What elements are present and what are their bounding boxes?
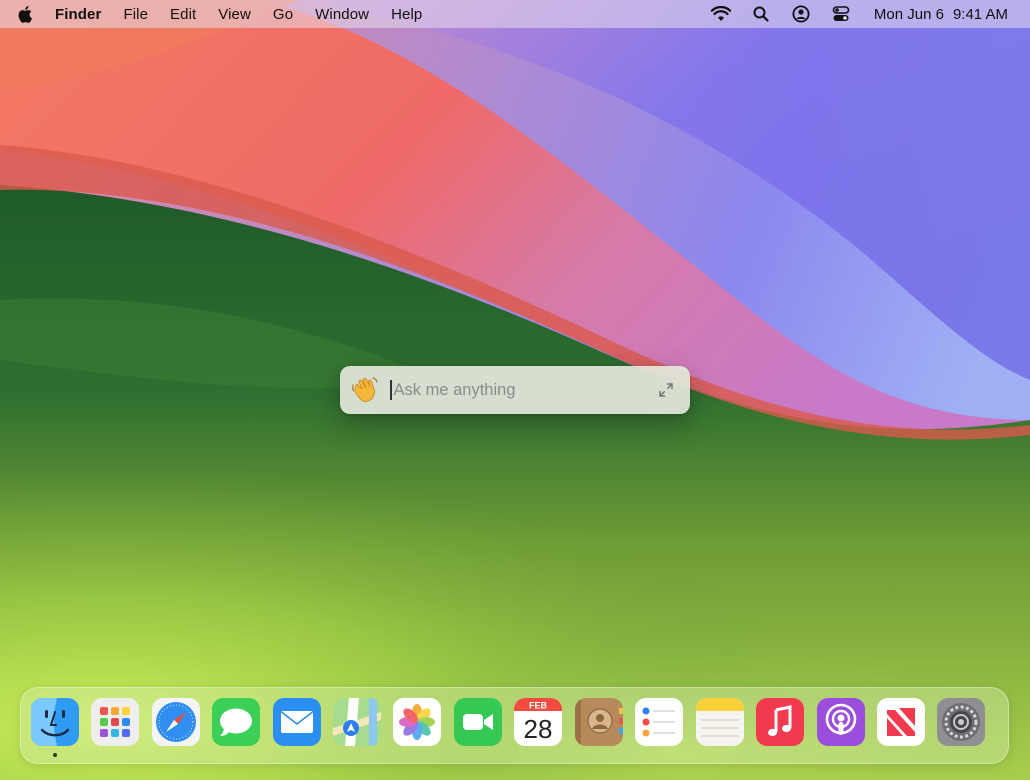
ask-input-panel: Ask me anything: [340, 366, 690, 414]
menu-app-finder[interactable]: Finder: [55, 6, 101, 23]
notes-icon: [696, 698, 744, 746]
news-icon: [877, 698, 925, 746]
menu-bar: Finder File Edit View Go Window Help Mon…: [0, 0, 1030, 28]
mail-icon: [273, 698, 321, 746]
system-settings-icon: [937, 698, 985, 746]
apple-logo-icon[interactable]: [18, 0, 40, 28]
photos-icon: [393, 698, 441, 746]
messages-icon: [212, 698, 260, 746]
safari-icon: [152, 698, 200, 746]
finder-running-indicator: [53, 753, 57, 757]
app-menu: Finder File Edit View Go Window Help: [50, 6, 433, 23]
menu-bar-clock[interactable]: Mon Jun 6 9:41 AM: [874, 6, 1008, 23]
menu-go[interactable]: Go: [273, 6, 293, 23]
dock-calendar[interactable]: FEB 28: [514, 698, 562, 746]
dock-news[interactable]: [877, 698, 925, 746]
menu-file[interactable]: File: [123, 6, 148, 23]
user-account-icon[interactable]: [790, 3, 812, 25]
contacts-icon: [575, 698, 623, 746]
clock-date: Mon Jun 6: [873, 5, 944, 23]
dock-mail[interactable]: [273, 698, 321, 746]
dock-contacts[interactable]: [575, 698, 623, 746]
calendar-month: FEB: [529, 701, 548, 711]
facetime-icon: [454, 698, 502, 746]
wifi-icon[interactable]: [710, 3, 732, 25]
maps-icon: [333, 698, 381, 746]
text-cursor: [390, 380, 392, 400]
dock-system-settings[interactable]: [937, 698, 985, 746]
waving-hand-icon: [352, 377, 378, 403]
dock-notes[interactable]: [696, 698, 744, 746]
menu-view[interactable]: View: [218, 6, 251, 23]
dock-finder[interactable]: [31, 698, 79, 746]
music-icon: [756, 698, 804, 746]
menu-help[interactable]: Help: [391, 6, 422, 23]
expand-icon[interactable]: [658, 382, 674, 398]
dock: FEB 28: [20, 687, 1009, 764]
dock-maps[interactable]: [333, 698, 381, 746]
status-menu: Mon Jun 6 9:41 AM: [692, 0, 1008, 28]
podcasts-icon: [817, 698, 865, 746]
menu-edit[interactable]: Edit: [170, 6, 196, 23]
reminders-icon: [635, 698, 683, 746]
finder-icon: [31, 698, 79, 746]
dock-messages[interactable]: [212, 698, 260, 746]
dock-photos[interactable]: [393, 698, 441, 746]
spotlight-search-icon[interactable]: [750, 3, 772, 25]
menu-window[interactable]: Window: [315, 6, 369, 23]
calendar-day: 28: [524, 714, 553, 744]
ask-input[interactable]: Ask me anything: [394, 381, 516, 400]
dock-podcasts[interactable]: [817, 698, 865, 746]
calendar-icon: FEB 28: [514, 698, 562, 746]
dock-facetime[interactable]: [454, 698, 502, 746]
dock-reminders[interactable]: [635, 698, 683, 746]
dock-launchpad[interactable]: [91, 698, 139, 746]
launchpad-icon: [91, 698, 139, 746]
clock-time: 9:41 AM: [952, 5, 1008, 23]
dock-music[interactable]: [756, 698, 804, 746]
dock-safari[interactable]: [152, 698, 200, 746]
control-center-icon[interactable]: [830, 3, 852, 25]
